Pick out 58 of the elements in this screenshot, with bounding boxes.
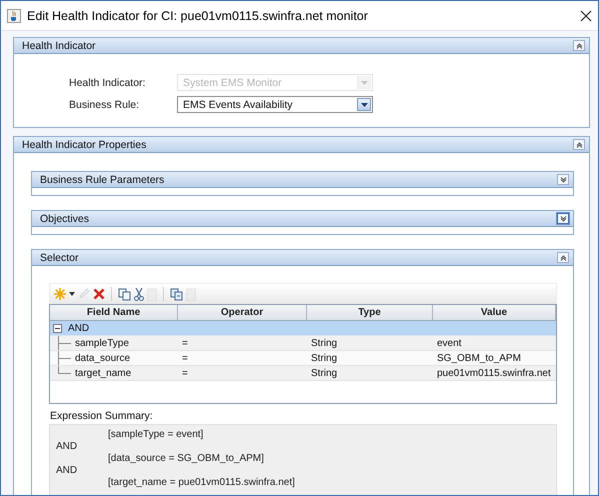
column-header[interactable]: Operator [178, 305, 307, 321]
star-icon[interactable] [54, 288, 66, 300]
panel-title: Objectives [40, 212, 90, 224]
summary-line: [target_name = pue01vm0115.swinfra.net] [107, 477, 296, 489]
summary-line: [data_source = SG_OBM_to_APM] [107, 453, 265, 465]
table-cell-text: data_source [74, 352, 130, 364]
summary-line: [sampleType = event] [107, 429, 204, 441]
table-cell-text: String [310, 366, 338, 380]
close-icon[interactable] [580, 10, 592, 22]
tree-row[interactable]: AND [50, 321, 556, 336]
caret-icon[interactable] [69, 292, 75, 296]
table-row[interactable]: target_name = String pue01vm0115.swinfra.net [50, 366, 556, 381]
panel-title: Selector [40, 252, 80, 264]
panel-title: Health Indicator [22, 40, 97, 52]
chevron-up-icon [576, 142, 582, 148]
tree-line-icon [58, 336, 71, 350]
collapse-toggle[interactable] [573, 139, 585, 150]
duplicate-icon[interactable] [170, 288, 183, 300]
collapse-icon[interactable] [53, 324, 62, 332]
field-label: Health Indicator: [69, 76, 146, 88]
collapse-toggle[interactable] [573, 40, 585, 51]
table-cell-text: sampleType [74, 338, 129, 348]
caret-icon [360, 80, 368, 84]
caret-icon [360, 102, 368, 106]
summary-line: AND [56, 441, 78, 453]
group-label: AND [68, 322, 90, 334]
chevron-down-icon [560, 176, 566, 182]
copy-icon[interactable] [118, 288, 131, 300]
column-header[interactable]: Type [307, 305, 433, 321]
summary-label: Expression Summary: [50, 410, 154, 422]
table-cell-text: = [181, 366, 189, 380]
collapse-toggle[interactable] [557, 213, 569, 224]
table-cell-text: String [310, 336, 338, 350]
table-cell-text: = [181, 352, 189, 365]
dropdown-field[interactable]: EMS Events Availability [177, 96, 373, 113]
table-cell-text: String [310, 352, 338, 365]
column-header[interactable]: Value [433, 305, 556, 321]
window-title: Edit Health Indicator for CI: pue01vm0115.swinfra.net monitor [27, 8, 369, 22]
collapse-toggle[interactable] [557, 174, 569, 185]
column-header[interactable]: Field Name [50, 305, 178, 321]
chevron-up-icon [576, 42, 582, 48]
java-cup-icon [7, 8, 21, 22]
table-cell-text: event [436, 336, 462, 350]
chevron-up-icon [560, 254, 566, 260]
panel-title: Health Indicator Properties [22, 138, 148, 150]
collapse-toggle[interactable] [557, 252, 569, 263]
summary-line: AND [56, 465, 78, 477]
table-cell-text: pue01vm0115.swinfra.net [436, 366, 552, 380]
table-row[interactable]: data_source = String SG_OBM_to_APM [50, 351, 556, 366]
panel-title: Business Rule Parameters [40, 174, 166, 186]
table-cell-text: target_name [74, 368, 132, 378]
table-row[interactable]: sampleType = String event [50, 336, 556, 351]
chevron-down-icon [560, 216, 566, 222]
table-cell-text: SG_OBM_to_APM [436, 352, 522, 365]
delete-icon[interactable] [93, 288, 105, 300]
scissors-icon[interactable] [134, 288, 144, 300]
field-label: Business Rule: [69, 98, 140, 110]
table-cell-text: = [181, 336, 189, 350]
